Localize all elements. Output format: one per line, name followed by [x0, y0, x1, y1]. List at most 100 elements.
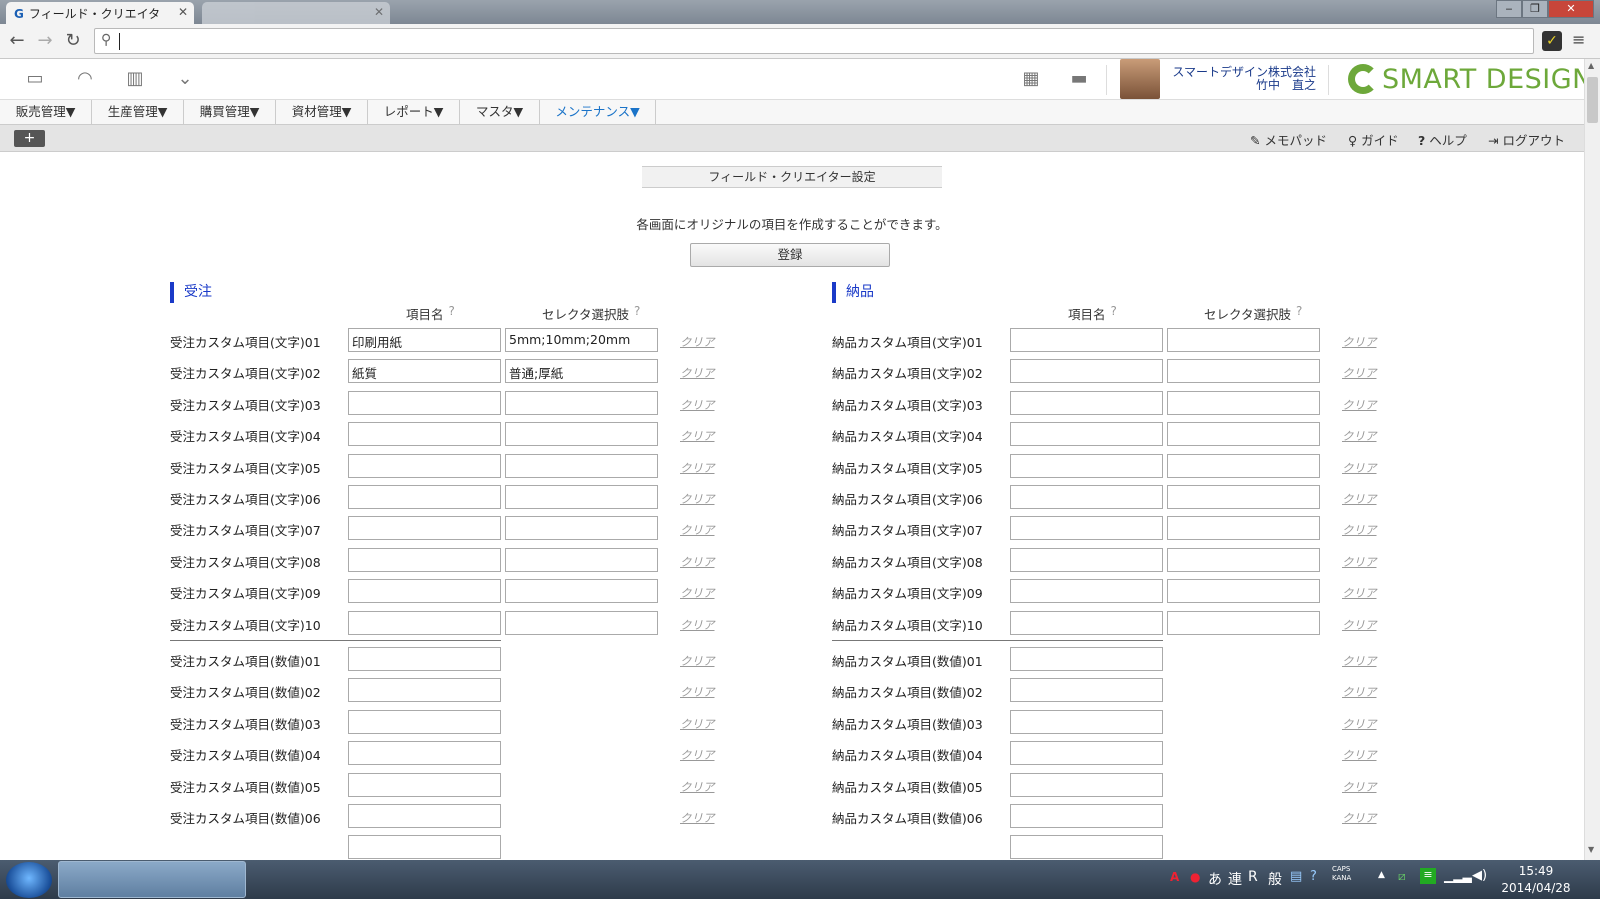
clear-link[interactable]: クリア — [1342, 428, 1377, 444]
volume-icon[interactable]: ◀) — [1472, 868, 1487, 883]
field-name-input[interactable] — [348, 772, 501, 797]
dashboard-gauge-icon[interactable]: ◠ — [72, 67, 98, 91]
ime-ren[interactable]: 連 — [1228, 869, 1242, 889]
network-tool-icon[interactable]: ⧄ — [1398, 869, 1406, 884]
ime-help-icon[interactable]: ? — [1310, 869, 1317, 884]
selector-options-input[interactable] — [1167, 359, 1320, 384]
clear-link[interactable]: クリア — [680, 747, 715, 763]
field-name-input[interactable] — [348, 678, 501, 703]
field-name-input[interactable] — [348, 547, 501, 572]
tab-other[interactable]: ✕ — [202, 2, 390, 24]
selector-options-input[interactable] — [1167, 390, 1320, 415]
clear-link[interactable]: クリア — [1342, 554, 1377, 570]
logout-link[interactable]: ⇥ ログアウト — [1488, 130, 1565, 149]
clear-link[interactable]: クリア — [680, 397, 715, 413]
clear-link[interactable]: クリア — [680, 585, 715, 601]
field-name-input[interactable] — [1010, 741, 1163, 766]
scroll-thumb[interactable] — [1587, 77, 1598, 123]
field-name-input[interactable] — [1010, 485, 1163, 509]
sidebar-toggle-icon[interactable]: ▭ — [22, 67, 48, 91]
menu-purchasing[interactable]: 購買管理▼ — [184, 100, 276, 125]
close-tab-icon[interactable]: ✕ — [178, 5, 188, 19]
reload-icon[interactable]: ↻ — [62, 30, 84, 52]
selector-options-input[interactable] — [1167, 610, 1320, 635]
help-icon[interactable]: ? — [1111, 304, 1117, 318]
field-name-input[interactable] — [348, 485, 501, 509]
clear-link[interactable]: クリア — [680, 428, 715, 444]
clear-link[interactable]: クリア — [680, 522, 715, 538]
extension-check-icon[interactable]: ✓ — [1542, 31, 1562, 51]
field-name-input[interactable] — [1010, 610, 1163, 635]
memopad-link[interactable]: ✎ メモパッド — [1250, 130, 1327, 149]
selector-options-input[interactable] — [1167, 422, 1320, 447]
chrome-menu-icon[interactable]: ≡ — [1572, 30, 1585, 49]
record-icon[interactable]: ● — [1190, 870, 1200, 884]
field-name-input[interactable] — [1010, 422, 1163, 447]
add-button[interactable]: + — [14, 130, 45, 147]
clear-link[interactable]: クリア — [1342, 365, 1377, 381]
selector-options-input[interactable] — [505, 610, 658, 635]
field-name-input[interactable] — [348, 422, 501, 447]
field-name-input[interactable]: 紙質 — [348, 359, 501, 384]
clear-link[interactable]: クリア — [680, 554, 715, 570]
menu-materials[interactable]: 資材管理▼ — [276, 100, 368, 125]
page-scrollbar[interactable]: ▲ ▼ — [1584, 59, 1600, 860]
clear-link[interactable]: クリア — [680, 810, 715, 826]
field-name-input[interactable] — [1010, 579, 1163, 604]
chat-icon[interactable]: ▬ — [1066, 67, 1092, 91]
field-name-input[interactable] — [1010, 453, 1163, 478]
clear-link[interactable]: クリア — [1342, 810, 1377, 826]
selector-options-input[interactable] — [1167, 516, 1320, 541]
field-name-input[interactable] — [348, 579, 501, 604]
menu-sales[interactable]: 販売管理▼ — [0, 100, 92, 125]
selector-options-input[interactable] — [1167, 547, 1320, 572]
clear-link[interactable]: クリア — [1342, 491, 1377, 507]
tab-field-creator[interactable]: G フィールド・クリエイタ ✕ — [6, 2, 194, 24]
taskbar-chrome-button[interactable] — [58, 861, 246, 898]
clear-link[interactable]: クリア — [680, 653, 715, 669]
clock-date[interactable]: 2014/04/28 — [1500, 881, 1572, 895]
clear-link[interactable]: クリア — [1342, 716, 1377, 732]
ime-general[interactable]: 般 — [1268, 869, 1282, 889]
field-name-input[interactable] — [348, 709, 501, 734]
clear-link[interactable]: クリア — [680, 716, 715, 732]
help-link[interactable]: ? ヘルプ — [1418, 130, 1467, 149]
minimize-button[interactable]: ‒ — [1496, 0, 1522, 18]
field-name-input[interactable] — [1010, 359, 1163, 384]
clear-link[interactable]: クリア — [680, 779, 715, 795]
clear-link[interactable]: クリア — [1342, 334, 1377, 350]
selector-options-input[interactable] — [505, 453, 658, 478]
selector-options-input[interactable] — [1167, 328, 1320, 352]
calendar-icon[interactable]: ▦ — [1018, 67, 1044, 91]
ime-r[interactable]: R — [1248, 869, 1258, 885]
clear-link[interactable]: クリア — [1342, 617, 1377, 633]
help-icon[interactable]: ? — [634, 304, 640, 318]
signal-icon[interactable]: ▁▂▃ — [1444, 869, 1472, 883]
help-icon[interactable]: ? — [1296, 304, 1302, 318]
ime-hiragana[interactable]: あ — [1208, 869, 1222, 889]
acrobat-icon[interactable]: A — [1170, 870, 1179, 884]
clear-link[interactable]: クリア — [1342, 779, 1377, 795]
clear-link[interactable]: クリア — [680, 334, 715, 350]
field-name-input[interactable] — [348, 453, 501, 478]
selector-options-input[interactable] — [505, 390, 658, 415]
selector-options-input[interactable] — [505, 547, 658, 572]
clear-link[interactable]: クリア — [680, 365, 715, 381]
selector-options-input[interactable] — [505, 579, 658, 604]
menu-production[interactable]: 生産管理▼ — [92, 100, 184, 125]
field-name-input[interactable] — [1010, 516, 1163, 541]
clear-link[interactable]: クリア — [1342, 460, 1377, 476]
field-name-input[interactable] — [1010, 328, 1163, 352]
selector-options-input[interactable] — [505, 422, 658, 447]
field-name-input[interactable] — [348, 610, 501, 635]
clear-link[interactable]: クリア — [680, 491, 715, 507]
selector-options-input[interactable] — [1167, 579, 1320, 604]
field-name-input[interactable] — [348, 804, 501, 828]
show-hidden-icons-icon[interactable]: ▲ — [1378, 870, 1385, 880]
field-name-input[interactable] — [1010, 772, 1163, 797]
selector-options-input[interactable] — [505, 485, 658, 509]
field-name-input[interactable] — [1010, 547, 1163, 572]
clock-time[interactable]: 15:49 — [1506, 864, 1566, 878]
clear-link[interactable]: クリア — [1342, 397, 1377, 413]
register-button[interactable]: 登録 — [690, 243, 890, 267]
